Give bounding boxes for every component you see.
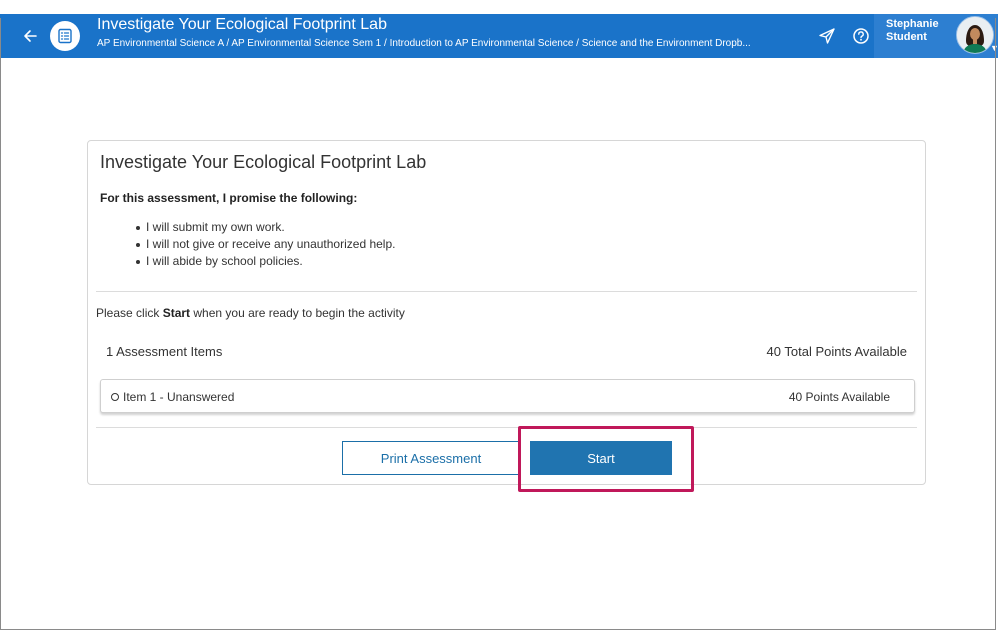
- total-points: 40 Total Points Available: [766, 344, 907, 359]
- print-assessment-button[interactable]: Print Assessment: [342, 441, 520, 475]
- send-icon: [819, 28, 835, 44]
- user-menu[interactable]: Stephanie Student ▼: [874, 14, 998, 58]
- help-icon: [853, 28, 869, 44]
- instruction-prefix: Please click: [96, 306, 163, 320]
- item-label: Item 1 - Unanswered: [123, 390, 235, 404]
- divider: [96, 427, 917, 428]
- user-name: Stephanie Student: [886, 18, 939, 44]
- user-last-name: Student: [886, 31, 927, 43]
- item-points: 40 Points Available: [788, 390, 890, 404]
- send-button[interactable]: [818, 27, 836, 45]
- instruction-suffix: when you are ready to begin the activity: [190, 306, 405, 320]
- breadcrumb[interactable]: AP Environmental Science A / AP Environm…: [97, 38, 812, 49]
- page-title: Investigate Your Ecological Footprint La…: [97, 16, 387, 33]
- user-first-name: Stephanie: [886, 18, 939, 30]
- instruction-bold: Start: [162, 306, 191, 320]
- items-count: 1 Assessment Items: [106, 344, 223, 359]
- promise-list: I will submit my own work. I will not gi…: [136, 219, 395, 270]
- divider: [96, 291, 917, 292]
- avatar[interactable]: [956, 16, 994, 54]
- assessment-item-row[interactable]: Item 1 - Unanswered 40 Points Available: [100, 379, 915, 413]
- promise-item: I will abide by school policies.: [136, 253, 395, 270]
- start-button[interactable]: Start: [530, 441, 672, 475]
- help-button[interactable]: [852, 27, 870, 45]
- card-title: Investigate Your Ecological Footprint La…: [100, 152, 427, 172]
- promise-item: I will not give or receive any unauthori…: [136, 236, 395, 253]
- promise-item: I will submit my own work.: [136, 219, 395, 236]
- app-header: Investigate Your Ecological Footprint La…: [0, 14, 998, 58]
- caret-down-icon[interactable]: ▼: [990, 43, 998, 53]
- back-button[interactable]: [20, 26, 40, 46]
- assessment-card: Investigate Your Ecological Footprint La…: [87, 140, 926, 492]
- item-status-radio: [111, 393, 119, 401]
- promise-heading: For this assessment, I promise the follo…: [100, 191, 358, 205]
- avatar-image: [957, 17, 993, 53]
- arrow-left-icon: [24, 30, 37, 42]
- start-instruction: Please click Start when you are ready to…: [96, 306, 405, 320]
- checklist-icon: [58, 28, 72, 44]
- app-icon: [50, 21, 80, 51]
